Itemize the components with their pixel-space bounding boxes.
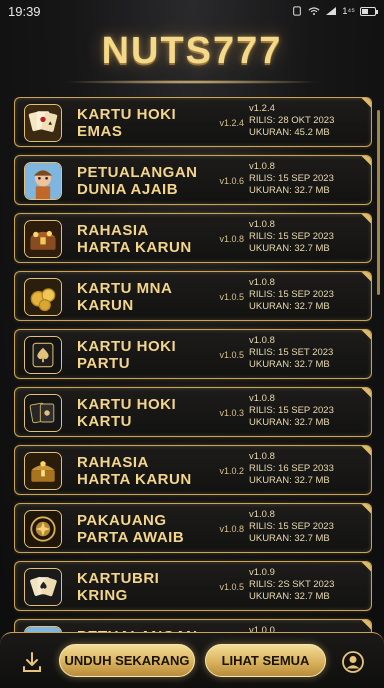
golden-emblem-icon[interactable] [24, 510, 62, 548]
app-name: KARTU HOKI PARTU [77, 338, 177, 372]
app-release-date: RILIS: 15 SEP 2023 [249, 173, 334, 184]
app-version: v1.0.8 [249, 161, 275, 172]
treasure-chest-icon[interactable] [24, 220, 62, 258]
download-icon[interactable] [20, 650, 44, 674]
app-meta: v1.0.8 RILIS: 15 SET 2023 UKURAN: 32.7 MB [249, 335, 367, 371]
app-version-short: v1.0.6 [219, 176, 244, 186]
app-release-date: RILIS: 2S SKT 2023 [249, 579, 335, 590]
app-meta: v1.0.0 [249, 625, 367, 632]
app-version-short: v1.0.8 [219, 524, 244, 534]
app-version-short: v1.0.5 [219, 350, 244, 360]
app-meta: v1.2.4 RILIS: 28 OKT 2023 UKURAN: 45.2 MB [249, 103, 367, 139]
alarm-icon [293, 6, 302, 16]
app-version: v1.2.4 [249, 103, 275, 114]
app-name: KARTU HOKI KARTU [77, 396, 177, 430]
app-meta: v1.0.8 RILIS: 16 SEP 2033 UKURAN: 32.7 MB [249, 451, 367, 487]
app-size: UKURAN: 32.7 MB [249, 301, 330, 312]
adventurer-icon[interactable] [24, 162, 62, 200]
app-name: KARTUBRI KRING [77, 570, 160, 604]
app-card[interactable]: KARTU HOKI KARTU v1.0.3 v1.0.8 RILIS: 15 SE… [14, 387, 372, 437]
download-now-button[interactable]: UNDUH SEKARANG [59, 644, 195, 677]
app-release-date: RILIS: 16 SEP 2033 [249, 463, 334, 474]
app-name: RAHASIA HARTA KARUN [77, 454, 192, 488]
app-size: UKURAN: 45.2 MB [249, 127, 330, 138]
app-name: KARTU HOKI EMAS [77, 106, 177, 140]
app-version: v1.0.0 [249, 625, 275, 632]
app-card[interactable]: PETUALANGAN v1.0.0 [14, 619, 372, 632]
app-card[interactable]: KARTU HOKI PARTU v1.0.5 v1.0.8 RILIS: 15 SE… [14, 329, 372, 379]
app-meta: v1.0.8 RILIS: 15 SEP 2023 UKURAN: 32.7 MB [249, 277, 367, 313]
app-release-date: RILIS: 15 SEP 2023 [249, 231, 334, 242]
app-version-short: v1.2.4 [219, 118, 244, 128]
app-release-date: RILIS: 15 SEP 2023 [249, 405, 334, 416]
app-card[interactable]: RAHASIA HARTA KARUN v1.0.8 v1.0.8 RILIS: 15… [14, 213, 372, 263]
app-name: RAHASIA HARTA KARUN [77, 222, 192, 256]
status-bar: 19:39 1⁴⁵ [0, 0, 384, 22]
app-size: UKURAN: 32.7 MB [249, 475, 330, 486]
app-meta: v1.0.9 RILIS: 2S SKT 2023 UKURAN: 32.7 MB [249, 567, 367, 603]
app-name: KARTU MNA KARUN [77, 280, 173, 314]
app-size: UKURAN: 32.7 MB [249, 417, 330, 428]
app-size: UKURAN: 32.7 MB [249, 533, 330, 544]
signal-icon [326, 7, 337, 15]
app-release-date: RILIS: 15 SET 2023 [249, 347, 334, 358]
app-card[interactable]: PAKAUANG PARTA AWAIB v1.0.8 v1.0.8 RILIS: 1… [14, 503, 372, 553]
app-title: NUTS777 [101, 30, 283, 72]
app-version: v1.0.8 [249, 219, 275, 230]
app-release-date: RILIS: 15 SEP 2023 [249, 521, 334, 532]
view-all-button[interactable]: LIHAT SEMUA [205, 644, 326, 677]
app-name: PAKAUANG PARTA AWAIB [77, 512, 185, 546]
app-meta: v1.0.8 RILIS: 15 SEP 2023 UKURAN: 32.7 MB [249, 509, 367, 545]
app-version: v1.0.8 [249, 451, 275, 462]
app-size: UKURAN: 32.7 MB [249, 591, 330, 602]
app-size: UKURAN: 32.7 MB [249, 185, 330, 196]
app-meta: v1.0.8 RILIS: 15 SEP 2023 UKURAN: 32.7 MB [249, 393, 367, 429]
app-card[interactable]: KARTU MNA KARUN v1.0.5 v1.0.8 RILIS: 15 SEP… [14, 271, 372, 321]
wifi-icon [308, 7, 320, 16]
app-version-short: v1.0.2 [219, 466, 244, 476]
cards-fan-icon[interactable] [24, 568, 62, 606]
app-meta: v1.0.8 RILIS: 15 SEP 2023 UKURAN: 32.7 MB [249, 219, 367, 255]
spade-card-icon[interactable] [24, 336, 62, 374]
dark-cards-icon[interactable] [24, 394, 62, 432]
app-version-short: v1.0.3 [219, 408, 244, 418]
app-size: UKURAN: 32.7 MB [249, 359, 330, 370]
battery-icon [360, 6, 378, 16]
list-scrollbar[interactable] [377, 110, 380, 295]
app-release-date: RILIS: 28 OKT 2023 [249, 115, 335, 126]
app-size: UKURAN: 32.7 MB [249, 243, 330, 254]
bottom-bar: UNDUH SEKARANG LIHAT SEMUA [0, 632, 384, 688]
status-time: 19:39 [8, 3, 41, 19]
app-card[interactable]: KARTU HOKI EMAS v1.2.4 v1.2.4 RILIS: 28 OKT… [14, 97, 372, 147]
gold-coins-icon[interactable] [24, 278, 62, 316]
app-version: v1.0.8 [249, 277, 275, 288]
network-label: 1⁴⁵ [342, 6, 355, 16]
app-name: PETUALANGAN DUNIA AJAIB [77, 164, 198, 198]
app-card[interactable]: PETUALANGAN DUNIA AJAIB v1.0.6 v1.0.8 RILIS… [14, 155, 372, 205]
app-version-short: v1.0.8 [219, 234, 244, 244]
app-card[interactable]: KARTUBRI KRING v1.0.5 v1.0.9 RILIS: 2S SKT … [14, 561, 372, 611]
app-version: v1.0.8 [249, 393, 275, 404]
app-card[interactable]: RAHASIA HARTA KARUN v1.0.2 v1.0.8 RILIS: 16… [14, 445, 372, 495]
app-version-short: v1.0.5 [219, 292, 244, 302]
cards-gold-icon[interactable] [24, 104, 62, 142]
app-version: v1.0.9 [249, 567, 275, 578]
status-icons: 1⁴⁵ [291, 6, 378, 16]
app-version: v1.0.8 [249, 335, 275, 346]
profile-icon[interactable] [341, 650, 365, 674]
app-list[interactable]: KARTU HOKI EMAS v1.2.4 v1.2.4 RILIS: 28 OKT… [14, 97, 372, 632]
app-version: v1.0.8 [249, 509, 275, 520]
app-release-date: RILIS: 15 SEP 2023 [249, 289, 334, 300]
app-version-short: v1.0.5 [219, 582, 244, 592]
title-underline [60, 80, 324, 84]
app-meta: v1.0.8 RILIS: 15 SEP 2023 UKURAN: 32.7 MB [249, 161, 367, 197]
golden-chest-icon[interactable] [24, 452, 62, 490]
